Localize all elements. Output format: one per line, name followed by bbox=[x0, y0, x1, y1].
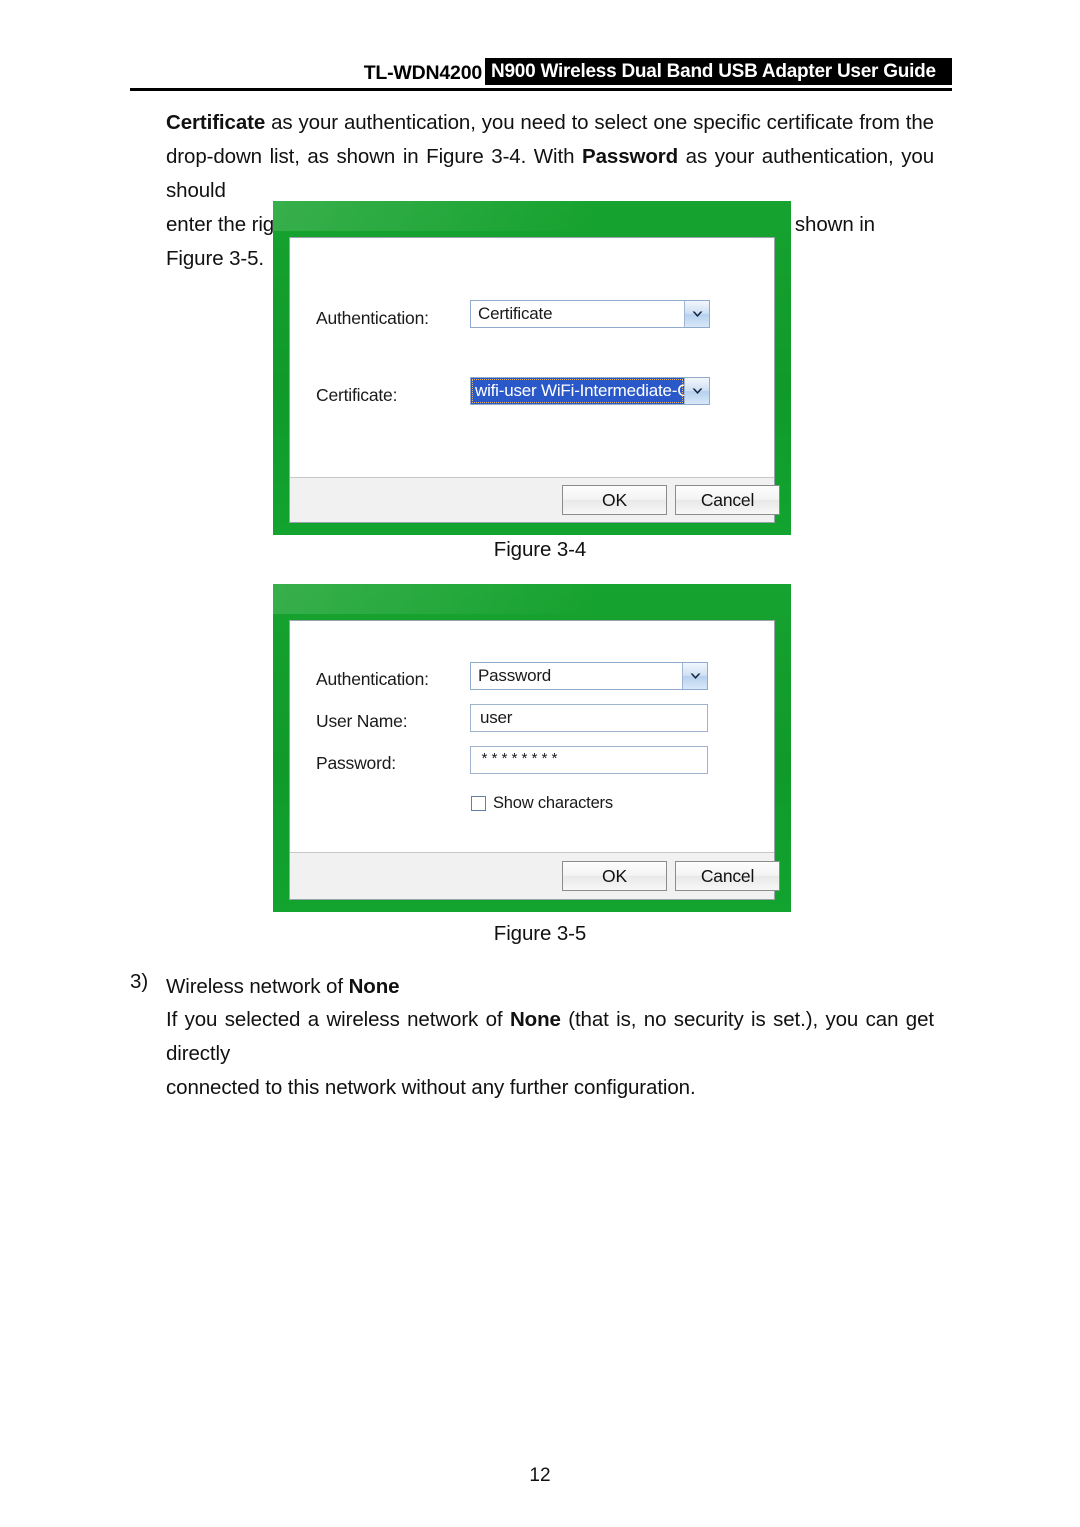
authentication-dropdown-value: Certificate bbox=[478, 304, 553, 323]
section-three-body: If you selected a wireless network of No… bbox=[166, 1003, 934, 1105]
section-three-heading-text: Wireless network of bbox=[166, 975, 349, 998]
password-dialog-inner-panel: Authentication: Password User Name: user… bbox=[289, 620, 780, 900]
chevron-down-icon[interactable] bbox=[684, 301, 709, 327]
show-characters-label: Show characters bbox=[493, 794, 613, 812]
page-number: 12 bbox=[529, 1465, 551, 1486]
certificate-auth-dialog: Authentication: Certificate Certificate:… bbox=[273, 201, 791, 535]
password-input[interactable]: ******** bbox=[470, 746, 708, 774]
page-header: TL-WDN4200 N900 Wireless Dual Band USB A… bbox=[130, 58, 952, 88]
intro-line-1: Certificate as your authentication, you … bbox=[166, 106, 934, 140]
certificate-dropdown-value: wifi-user WiFi-Intermediate-CA- bbox=[471, 378, 684, 404]
ok-button[interactable]: OK bbox=[562, 485, 667, 515]
header-title-text: N900 Wireless Dual Band USB Adapter User… bbox=[491, 61, 936, 82]
certificate-label: Certificate: bbox=[316, 385, 398, 405]
password-dialog-footer: OK Cancel bbox=[290, 852, 780, 899]
intro-line-2: drop-down list, as shown in Figure 3-4. … bbox=[166, 140, 934, 208]
document-page: TL-WDN4200 N900 Wireless Dual Band USB A… bbox=[0, 0, 1080, 1527]
intro-bold-certificate: Certificate bbox=[166, 111, 266, 134]
password-auth-dialog: Authentication: Password User Name: user… bbox=[273, 584, 791, 912]
authentication-label: Authentication: bbox=[316, 669, 429, 689]
list-item-number: 3) bbox=[130, 970, 149, 993]
intro-bold-password: Password bbox=[582, 145, 679, 168]
show-characters-checkbox-row[interactable]: Show characters bbox=[471, 794, 613, 813]
section-three-body-line-1: If you selected a wireless network of No… bbox=[166, 1003, 934, 1071]
intro-line-2-a: drop-down list, as shown in Figure 3-4. … bbox=[166, 145, 583, 168]
header-divider-rule bbox=[130, 88, 952, 91]
section-three-heading-bold: None bbox=[348, 975, 400, 998]
chevron-down-icon[interactable] bbox=[682, 663, 707, 689]
user-name-input[interactable]: user bbox=[470, 704, 708, 732]
intro-line-1-rest: as your authentication, you need to sele… bbox=[271, 111, 934, 134]
authentication-dropdown[interactable]: Password bbox=[470, 662, 708, 690]
cancel-button[interactable]: Cancel bbox=[675, 485, 780, 515]
password-dialog-body: Authentication: Password User Name: user… bbox=[290, 621, 774, 855]
certificate-dropdown[interactable]: wifi-user WiFi-Intermediate-CA- bbox=[470, 377, 710, 405]
header-model-name: TL-WDN4200 bbox=[363, 62, 482, 84]
section-three-body-a: If you selected a wireless network of bbox=[166, 1008, 510, 1031]
section-three-heading: Wireless network of None bbox=[166, 970, 934, 1004]
chevron-down-icon[interactable] bbox=[684, 378, 709, 404]
cancel-button[interactable]: Cancel bbox=[675, 861, 780, 891]
ok-button[interactable]: OK bbox=[562, 861, 667, 891]
authentication-dropdown[interactable]: Certificate bbox=[470, 300, 710, 328]
password-label: Password: bbox=[316, 753, 396, 773]
certificate-dialog-inner-panel: Authentication: Certificate Certificate:… bbox=[289, 237, 780, 523]
section-three-body-line-2: connected to this network without any fu… bbox=[166, 1076, 696, 1099]
user-name-label: User Name: bbox=[316, 711, 408, 731]
figure-3-4-caption: Figure 3-4 bbox=[493, 538, 587, 561]
section-three-body-bold: None bbox=[509, 1008, 561, 1031]
authentication-label: Authentication: bbox=[316, 308, 429, 328]
header-title-box: N900 Wireless Dual Band USB Adapter User… bbox=[485, 58, 952, 85]
authentication-dropdown-value: Password bbox=[478, 666, 552, 685]
show-characters-checkbox[interactable] bbox=[471, 796, 486, 811]
certificate-dialog-footer: OK Cancel bbox=[290, 477, 780, 522]
certificate-dialog-body: Authentication: Certificate Certificate:… bbox=[290, 238, 774, 480]
figure-3-5-caption: Figure 3-5 bbox=[493, 922, 587, 945]
